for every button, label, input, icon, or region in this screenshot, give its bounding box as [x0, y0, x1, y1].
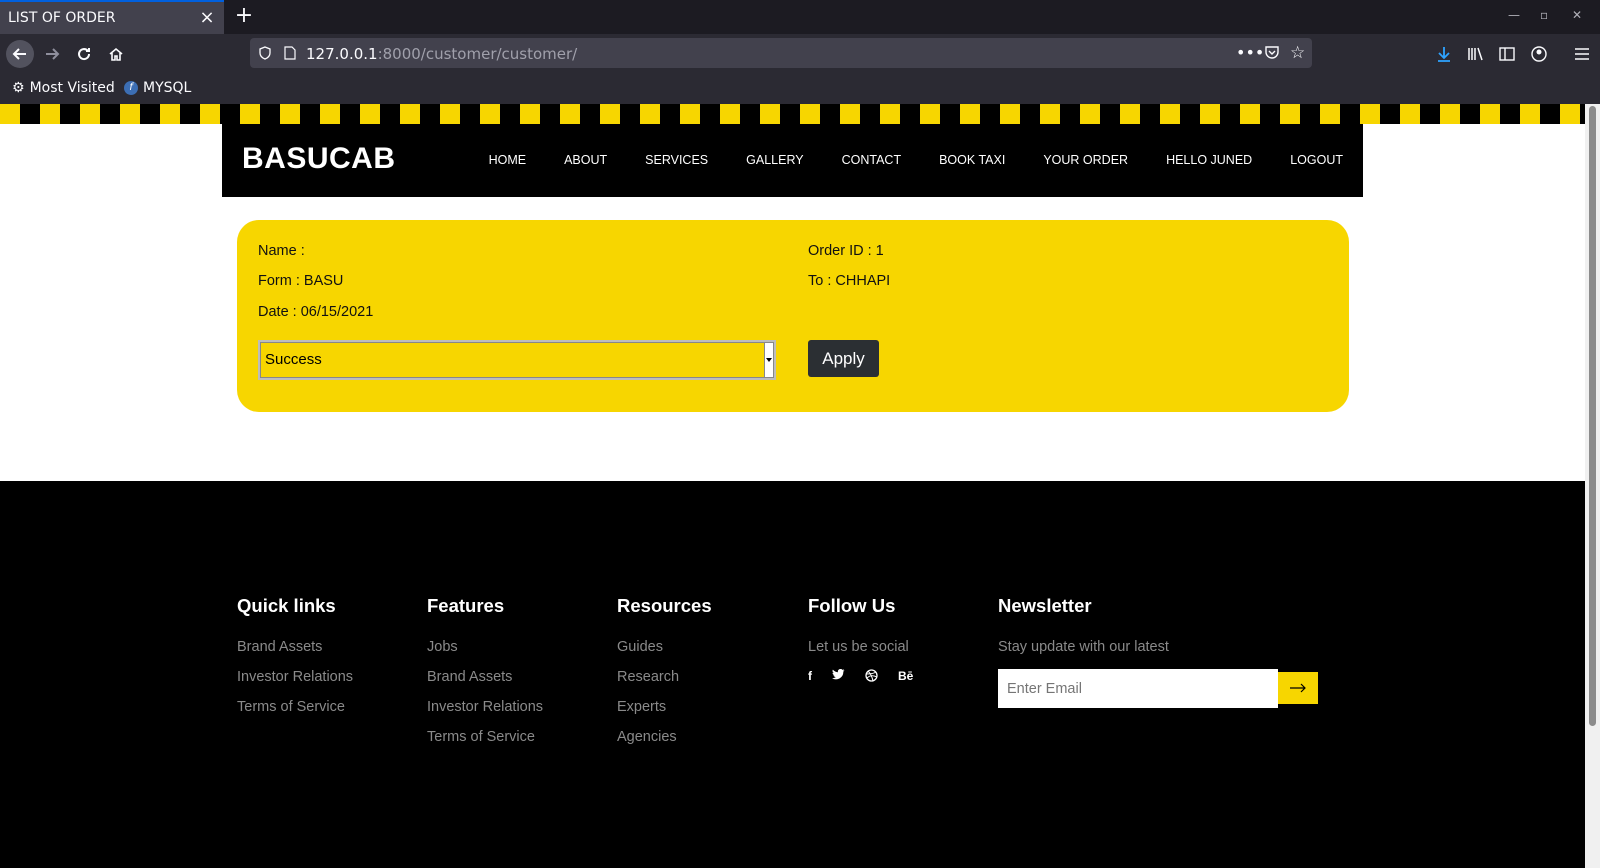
- library-icon[interactable]: [1466, 44, 1486, 64]
- menu-gallery[interactable]: GALLERY: [746, 153, 803, 167]
- close-window-icon[interactable]: ✕: [1572, 8, 1582, 22]
- footer-heading: Newsletter: [998, 595, 1092, 616]
- shield-icon[interactable]: [258, 45, 274, 61]
- dribbble-icon[interactable]: [865, 669, 878, 685]
- order-from: Form : BASU: [258, 273, 344, 289]
- footer-heading: Follow Us: [808, 595, 896, 616]
- reload-icon[interactable]: [70, 40, 98, 68]
- fedora-icon: f: [124, 81, 138, 95]
- newsletter-form: [998, 669, 1319, 708]
- url-text[interactable]: 127.0.0.1:8000/customer/customer/: [306, 44, 577, 63]
- nav-toolbar: 127.0.0.1:8000/customer/customer/ ••• ☆: [0, 34, 1600, 74]
- page-icon: [284, 45, 298, 61]
- footer-link[interactable]: Investor Relations: [427, 699, 543, 715]
- footer-heading: Resources: [617, 595, 712, 616]
- new-tab-icon[interactable]: +: [232, 4, 256, 28]
- footer-newsletter: Newsletter Stay update with our latest: [998, 595, 1319, 708]
- status-select[interactable]: Success: [258, 340, 776, 380]
- email-field[interactable]: [998, 669, 1278, 708]
- footer-features: Features Jobs Brand Assets Investor Rela…: [427, 595, 543, 759]
- footer-follow-us: Follow Us Let us be social f Bē: [808, 595, 913, 685]
- menu-hello-user[interactable]: HELLO JUNED: [1166, 153, 1252, 167]
- bookmark-mysql[interactable]: f MYSQL: [124, 80, 191, 96]
- site-header: BASUCAB HOME ABOUT SERVICES GALLERY CONT…: [222, 124, 1363, 197]
- url-host: 127.0.0.1: [306, 44, 378, 63]
- more-actions-icon[interactable]: •••: [1236, 43, 1264, 62]
- maximize-icon[interactable]: ▫: [1540, 8, 1548, 22]
- menu-services[interactable]: SERVICES: [645, 153, 708, 167]
- bookmarks-toolbar: ⚙ Most Visited f MYSQL: [0, 74, 1600, 104]
- url-path: :8000/customer/customer/: [377, 44, 578, 63]
- footer-heading: Features: [427, 595, 505, 616]
- menu-home[interactable]: HOME: [489, 153, 527, 167]
- footer-resources: Resources Guides Research Experts Agenci…: [617, 595, 712, 759]
- footer-link[interactable]: Investor Relations: [237, 669, 353, 685]
- footer-text: Let us be social: [808, 639, 909, 655]
- apply-button[interactable]: Apply: [808, 340, 879, 377]
- tab-bar: LIST OF ORDER × + — ▫ ✕: [0, 0, 1600, 34]
- footer-heading: Quick links: [237, 595, 336, 616]
- bookmark-label: Most Visited: [29, 80, 115, 96]
- footer-link[interactable]: Terms of Service: [237, 699, 353, 715]
- order-id: Order ID : 1: [808, 243, 884, 259]
- account-icon[interactable]: [1529, 44, 1549, 64]
- gear-icon: ⚙: [12, 80, 25, 96]
- bookmark-most-visited[interactable]: ⚙ Most Visited: [12, 80, 115, 96]
- menu-logout[interactable]: LOGOUT: [1290, 153, 1343, 167]
- minimize-icon[interactable]: —: [1508, 8, 1520, 22]
- behance-icon[interactable]: Bē: [898, 669, 913, 685]
- menu-your-order[interactable]: YOUR ORDER: [1043, 153, 1128, 167]
- footer-link[interactable]: Guides: [617, 639, 712, 655]
- download-icon[interactable]: [1434, 44, 1454, 64]
- footer-link[interactable]: Agencies: [617, 729, 712, 745]
- footer-link[interactable]: Research: [617, 669, 712, 685]
- tab-title: LIST OF ORDER: [8, 10, 116, 26]
- order-name: Name :: [258, 243, 305, 259]
- menu-contact[interactable]: CONTACT: [842, 153, 902, 167]
- social-icons: f Bē: [808, 668, 913, 685]
- scrollbar-thumb[interactable]: [1589, 106, 1596, 726]
- footer-link[interactable]: Brand Assets: [427, 669, 543, 685]
- footer-quick-links: Quick links Brand Assets Investor Relati…: [237, 595, 353, 729]
- order-date: Date : 06/15/2021: [258, 304, 374, 320]
- checker-stripe: [0, 104, 1585, 124]
- footer-link[interactable]: Brand Assets: [237, 639, 353, 655]
- back-icon[interactable]: [6, 40, 34, 68]
- url-bar[interactable]: 127.0.0.1:8000/customer/customer/ ••• ☆: [250, 38, 1312, 68]
- footer-link[interactable]: Experts: [617, 699, 712, 715]
- menu-about[interactable]: ABOUT: [564, 153, 607, 167]
- chevron-down-icon[interactable]: [764, 343, 773, 377]
- arrow-right-icon: [1290, 683, 1306, 693]
- footer-link[interactable]: Terms of Service: [427, 729, 543, 745]
- footer-text: Stay update with our latest: [998, 639, 1169, 655]
- twitter-icon[interactable]: [832, 668, 845, 685]
- sidebar-icon[interactable]: [1497, 44, 1517, 64]
- order-card: Name : Form : BASU Date : 06/15/2021 Ord…: [237, 220, 1349, 412]
- main-menu: HOME ABOUT SERVICES GALLERY CONTACT BOOK…: [489, 153, 1343, 167]
- order-to: To : CHHAPI: [808, 273, 891, 289]
- footer-link[interactable]: Jobs: [427, 639, 543, 655]
- home-icon[interactable]: [102, 40, 130, 68]
- bookmark-label: MYSQL: [143, 80, 192, 96]
- pocket-icon[interactable]: [1264, 44, 1280, 64]
- facebook-icon[interactable]: f: [808, 669, 812, 685]
- menu-book-taxi[interactable]: BOOK TAXI: [939, 153, 1005, 167]
- site-logo[interactable]: BASUCAB: [242, 142, 396, 176]
- status-selected-value: Success: [265, 351, 322, 368]
- forward-icon[interactable]: [38, 40, 66, 68]
- page-viewport: BASUCAB HOME ABOUT SERVICES GALLERY CONT…: [0, 104, 1585, 868]
- tab-active[interactable]: LIST OF ORDER ×: [0, 0, 224, 34]
- close-tab-icon[interactable]: ×: [198, 9, 216, 27]
- subscribe-button[interactable]: [1278, 672, 1318, 704]
- site-footer: Quick links Brand Assets Investor Relati…: [0, 481, 1585, 868]
- page-scrollbar[interactable]: [1585, 104, 1600, 868]
- bookmark-star-icon[interactable]: ☆: [1290, 43, 1305, 63]
- menu-icon[interactable]: [1572, 44, 1592, 64]
